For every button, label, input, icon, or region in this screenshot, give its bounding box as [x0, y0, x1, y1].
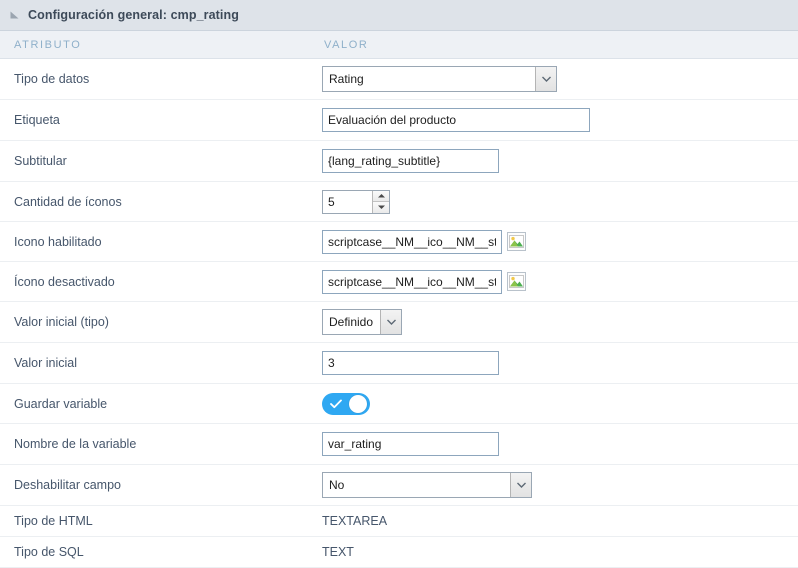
row-value-tipo-sql: TEXT — [322, 545, 798, 559]
panel-header: Configuración general: cmp_rating — [0, 0, 798, 31]
page-title: Configuración general: cmp_rating — [28, 8, 239, 22]
row-value-valor-inicial-tipo: Definido — [322, 309, 798, 335]
row-value-icono-habilitado — [322, 229, 798, 254]
chevron-down-icon[interactable] — [380, 310, 401, 334]
table-row: Ícono desactivado — [0, 262, 798, 302]
table-row: Valor inicial (tipo) Definido — [0, 302, 798, 343]
nombre-variable-input[interactable] — [322, 432, 499, 456]
row-label-tipo-datos: Tipo de datos — [14, 72, 90, 86]
deshabilitar-campo-select-value: No — [329, 478, 345, 492]
tipo-datos-select-value: Rating — [329, 72, 364, 86]
image-picker-icon[interactable] — [507, 232, 526, 251]
table-row: Etiqueta — [0, 100, 798, 141]
row-label-tipo-sql: Tipo de SQL — [14, 545, 84, 559]
column-header-row: ATRIBUTO VALOR — [0, 31, 798, 59]
row-label-cantidad-iconos: Cantidad de íconos — [14, 194, 122, 209]
table-row: Deshabilitar campo No — [0, 465, 798, 506]
etiqueta-input[interactable] — [322, 108, 590, 132]
general-settings-panel: Configuración general: cmp_rating ATRIBU… — [0, 0, 798, 568]
row-label-tipo-html: Tipo de HTML — [14, 514, 93, 528]
deshabilitar-campo-select[interactable]: No — [322, 472, 532, 498]
table-row: Nombre de la variable — [0, 424, 798, 465]
valor-inicial-input[interactable] — [322, 351, 499, 375]
valor-inicial-tipo-select[interactable]: Definido — [322, 309, 402, 335]
guardar-variable-toggle[interactable] — [322, 392, 370, 415]
stepper-up-icon[interactable] — [373, 190, 389, 202]
table-row: Icono habilitado — [0, 222, 798, 262]
valor-inicial-tipo-select-value: Definido — [329, 315, 374, 329]
toggle-knob[interactable] — [349, 394, 367, 413]
check-icon — [325, 398, 349, 409]
row-value-icono-desactivado — [322, 269, 798, 294]
row-value-subtitular — [322, 149, 798, 173]
stepper-buttons — [372, 190, 389, 213]
cantidad-iconos-stepper[interactable]: 5 — [322, 189, 390, 214]
tipo-sql-value: TEXT — [322, 545, 354, 559]
subtitular-input[interactable] — [322, 149, 499, 173]
row-value-deshabilitar-campo: No — [322, 472, 798, 498]
tipo-datos-select[interactable]: Rating — [322, 66, 557, 92]
row-label-guardar-variable: Guardar variable — [14, 396, 108, 411]
image-picker-icon[interactable] — [507, 272, 526, 291]
stepper-down-icon[interactable] — [373, 202, 389, 213]
column-header-value: VALOR — [324, 38, 369, 51]
icono-habilitado-input[interactable] — [322, 229, 502, 254]
row-value-guardar-variable — [322, 392, 798, 415]
row-value-nombre-variable — [322, 432, 798, 456]
row-value-tipo-html: TEXTAREA — [322, 514, 798, 528]
row-value-valor-inicial — [322, 351, 798, 375]
table-row: Valor inicial — [0, 343, 798, 384]
row-value-cantidad-iconos: 5 — [322, 189, 798, 214]
chevron-down-icon[interactable] — [535, 67, 556, 91]
row-label-deshabilitar-campo: Deshabilitar campo — [14, 478, 121, 492]
table-row: Guardar variable — [0, 384, 798, 424]
table-row: Subtitular — [0, 141, 798, 182]
tipo-html-value: TEXTAREA — [322, 514, 388, 528]
chevron-down-icon[interactable] — [510, 473, 531, 497]
row-label-subtitular: Subtitular — [14, 154, 67, 168]
row-label-nombre-variable: Nombre de la variable — [14, 437, 137, 451]
table-row: Tipo de SQL TEXT — [0, 537, 798, 568]
row-label-valor-inicial-tipo: Valor inicial (tipo) — [14, 315, 109, 329]
table-row: Cantidad de íconos 5 — [0, 182, 798, 222]
cantidad-iconos-value: 5 — [328, 194, 335, 209]
row-label-icono-desactivado: Ícono desactivado — [14, 274, 115, 289]
settings-rows: Tipo de datos Rating Etiqueta Subtitular — [0, 59, 798, 568]
row-label-icono-habilitado: Icono habilitado — [14, 234, 102, 249]
icono-desactivado-input[interactable] — [322, 269, 502, 294]
table-row: Tipo de datos Rating — [0, 59, 798, 100]
collapse-triangle-icon[interactable] — [9, 9, 21, 21]
row-value-etiqueta — [322, 108, 798, 132]
row-label-etiqueta: Etiqueta — [14, 113, 60, 127]
column-header-attribute: ATRIBUTO — [14, 38, 82, 51]
row-label-valor-inicial: Valor inicial — [14, 356, 77, 370]
table-row: Tipo de HTML TEXTAREA — [0, 506, 798, 537]
row-value-tipo-datos: Rating — [322, 66, 798, 92]
